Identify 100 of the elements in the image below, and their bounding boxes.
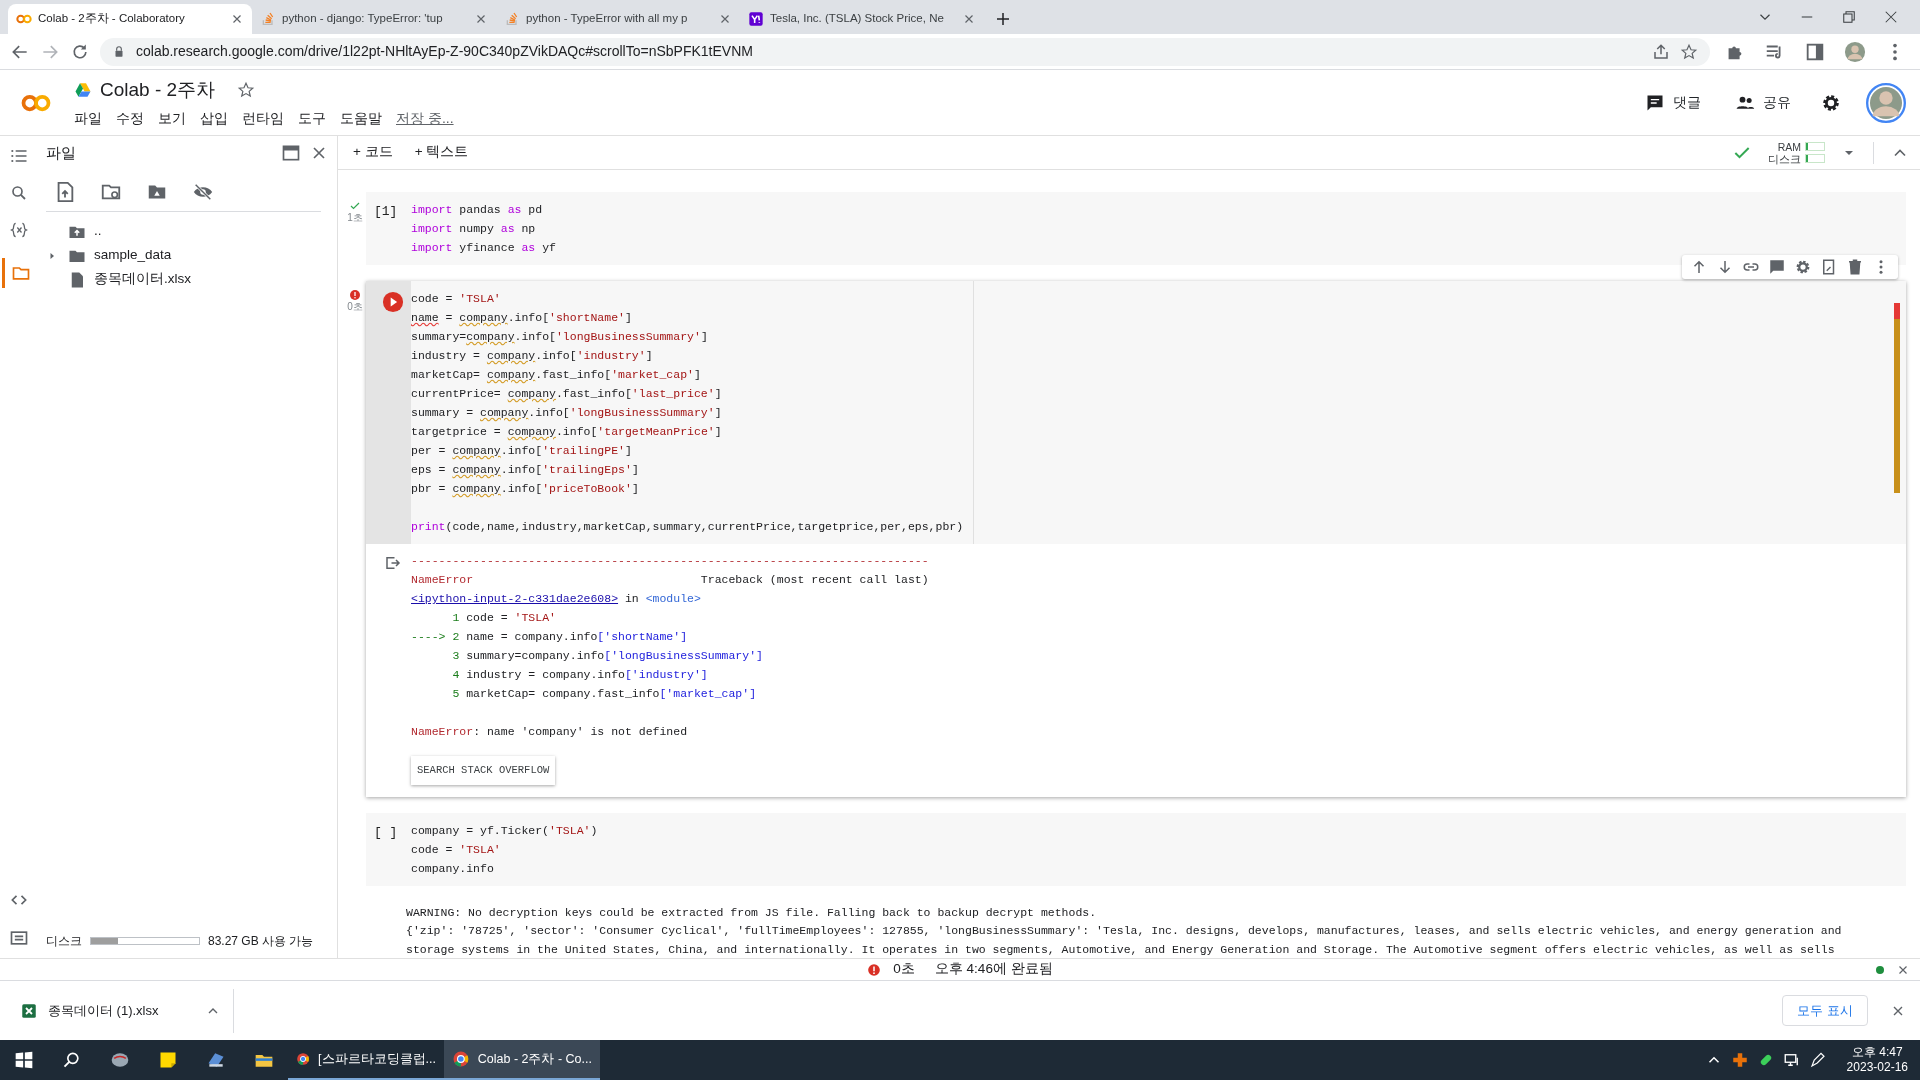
status-message: 오후 4:46에 완료됨 <box>934 960 1053 979</box>
clock-date: 2023-02-16 <box>1846 1060 1908 1075</box>
cross-icon[interactable] <box>1730 1051 1749 1069</box>
resource-meter <box>1805 142 1825 151</box>
variables-icon[interactable] <box>9 220 29 240</box>
menu-item[interactable]: 삽입 <box>200 108 228 130</box>
pen-icon[interactable] <box>1808 1051 1827 1069</box>
computer-icon[interactable] <box>206 1050 226 1070</box>
code-line: NameError Traceback (most recent call last) <box>411 572 930 588</box>
comment-icon[interactable] <box>1768 258 1786 276</box>
output-text: storage systems in the United States, China, and internationally. It operates in two segments, Automotive, and Energy Generation and Storage. The Automotive segment offers electric vehicles, as well as sells <box>406 941 1836 958</box>
connected-icon <box>1874 963 1886 976</box>
resource-label: 디스크 <box>1768 152 1801 165</box>
share-icon[interactable] <box>1652 42 1670 61</box>
code-line: summary=company.info['longBusinessSummary'] <box>411 329 709 345</box>
error-icon <box>867 962 882 977</box>
code-line: 5 marketCap= company.fast_info['market_cap'] <box>451 686 758 702</box>
show-all-button[interactable]: 모두 표시 <box>1782 994 1868 1027</box>
save-status[interactable]: 저장 중... <box>396 108 454 130</box>
stacked-trays-icon <box>504 11 520 27</box>
code-line: import numpy as np <box>411 221 537 237</box>
code-line: 4 industry = company.info['industry'] <box>451 667 709 683</box>
code-line: per = company.info['trailingPE'] <box>411 443 633 459</box>
code-line: NameError: name 'company' is not defined <box>411 724 689 740</box>
mouse-icon[interactable] <box>110 1050 130 1070</box>
execution-count: [ ] <box>374 824 398 840</box>
chrome-icon <box>452 1049 470 1069</box>
code-cell[interactable] <box>366 281 1906 797</box>
network-icon[interactable] <box>1782 1051 1801 1069</box>
code-line: company = yf.Ticker('TSLA') <box>411 822 599 839</box>
code-cell[interactable]: [ ] company = yf.Ticker('TSLA') code = 'TSLA' company.info <box>366 812 1906 886</box>
file-name[interactable]: sample_data <box>94 245 172 266</box>
browser-tab[interactable]: python - django: TypeError: 'tup <box>252 4 496 34</box>
file-name[interactable]: 종목데이터.xlsx <box>94 269 191 290</box>
run-button-icon[interactable] <box>381 291 404 313</box>
file-name[interactable]: .. <box>94 221 102 242</box>
code-line: industry = company.info['industry'] <box>411 348 654 364</box>
code-line: 1 code = 'TSLA' <box>451 610 557 626</box>
window-icon[interactable] <box>281 143 301 164</box>
menu-item[interactable]: 도움말 <box>340 108 382 130</box>
avatar-icon[interactable] <box>1844 40 1866 63</box>
code-line: <ipython-input-2-c331dae2e608> in <module> <box>411 591 702 607</box>
menu-item[interactable]: 보기 <box>158 108 186 130</box>
search-icon[interactable] <box>62 1050 82 1070</box>
notebook-title[interactable]: Colab - 2주차 <box>100 75 216 105</box>
new-tab-icon[interactable] <box>994 10 1012 28</box>
windows-icon[interactable] <box>14 1050 34 1070</box>
search-stack-overflow-button[interactable]: SEARCH STACK OVERFLOW <box>411 756 556 785</box>
search-icon[interactable] <box>10 184 28 202</box>
add-cell-button[interactable]: + 텍스트 <box>409 139 474 166</box>
output-text: WARNING: No decryption keys could be extracted from JS file. Falling back to backup decrypt methods. <box>406 904 1098 921</box>
output-icon[interactable] <box>383 554 402 572</box>
code-line: code = 'TSLA' <box>411 841 502 858</box>
terminal-icon[interactable] <box>9 928 29 948</box>
browser-tab[interactable]: Tesla, Inc. (TSLA) Stock Price, Ne <box>740 4 984 34</box>
run-time: 1초 <box>347 212 363 224</box>
code-line: name = company.info['shortName'] <box>411 310 633 326</box>
code-line: targetprice = company.info['targetMeanPrice'] <box>411 424 723 440</box>
resource-label: RAM <box>1777 140 1801 153</box>
yahoo-logo-icon <box>748 11 764 27</box>
avatar-icon[interactable] <box>1866 82 1906 123</box>
taskbar-window[interactable]: Colab - 2주차 - Co... <box>444 1040 600 1080</box>
check-icon <box>349 200 361 212</box>
code-line: import pandas as pd <box>411 202 544 218</box>
add-cell-button[interactable]: + 코드 <box>348 139 398 166</box>
download-item[interactable]: 종목데이터 (1).xlsx <box>14 988 234 1033</box>
code-line: company.info <box>411 860 495 877</box>
star-icon[interactable] <box>237 81 256 99</box>
code-line: print(code,name,industry,marketCap,summary,currentPrice,targetprice,per,eps,pbr) <box>411 519 965 535</box>
panel-title: 파일 <box>46 143 76 163</box>
address-bar[interactable]: colab.research.google.com/drive/1l22pt-NHltAyEp-Z-90C340pZVikDAQc#scrollTo=nSbPFK1tEVNM <box>100 37 1710 66</box>
menu-item[interactable]: 파일 <box>74 108 102 130</box>
excel-file-icon <box>20 1001 38 1020</box>
disk-label: 디스크 <box>46 933 82 950</box>
settings-icon[interactable] <box>1794 258 1812 276</box>
resource-meter <box>1805 154 1825 163</box>
browser-tab[interactable]: Colab - 2주차 - Colaboratory <box>8 4 252 34</box>
star-icon[interactable] <box>1680 42 1698 61</box>
menu-item[interactable]: 수정 <box>116 108 144 130</box>
output-text: {'zip': '78725', 'sector': 'Consumer Cyclical', 'fullTimeEmployees': 127855, 'longBusinessSummary': 'Tesla, Inc. designs, develops, manufactures, leases, and sells electric vehicles, and energy generation and <box>406 923 1843 939</box>
run-time: 0초 <box>347 301 363 313</box>
menu-item[interactable]: 도구 <box>298 108 326 130</box>
run-time: 0초 <box>893 960 915 979</box>
code-cell[interactable]: [1] import pandas as pd import numpy as np import yfinance as yf <box>366 192 1906 265</box>
menu-item[interactable]: 런타임 <box>242 108 284 130</box>
action-button[interactable]: 공유 <box>1730 87 1796 118</box>
browser-tab[interactable]: python - TypeError with all my p <box>496 4 740 34</box>
code-line: summary = company.info['longBusinessSummary'] <box>411 405 723 421</box>
drive-icon <box>74 81 92 99</box>
code-line: --------------------------------------------------------------------------- <box>411 553 930 569</box>
delete-icon[interactable] <box>1846 258 1864 276</box>
action-button[interactable]: 댓글 <box>1640 87 1706 118</box>
code-line: currentPrice= company.fast_info['last_price'] <box>411 386 723 402</box>
clock-time: 오후 4:47 <box>1850 1045 1904 1060</box>
sticky-note-icon[interactable] <box>158 1050 178 1070</box>
restore-icon[interactable] <box>1840 8 1858 26</box>
code-line: import yfinance as yf <box>411 240 557 256</box>
code-line: marketCap= company.fast_info['market_cap'] <box>411 367 702 383</box>
code-line: ----> 2 name = company.info['shortName'] <box>411 629 689 645</box>
error-icon <box>349 289 361 301</box>
